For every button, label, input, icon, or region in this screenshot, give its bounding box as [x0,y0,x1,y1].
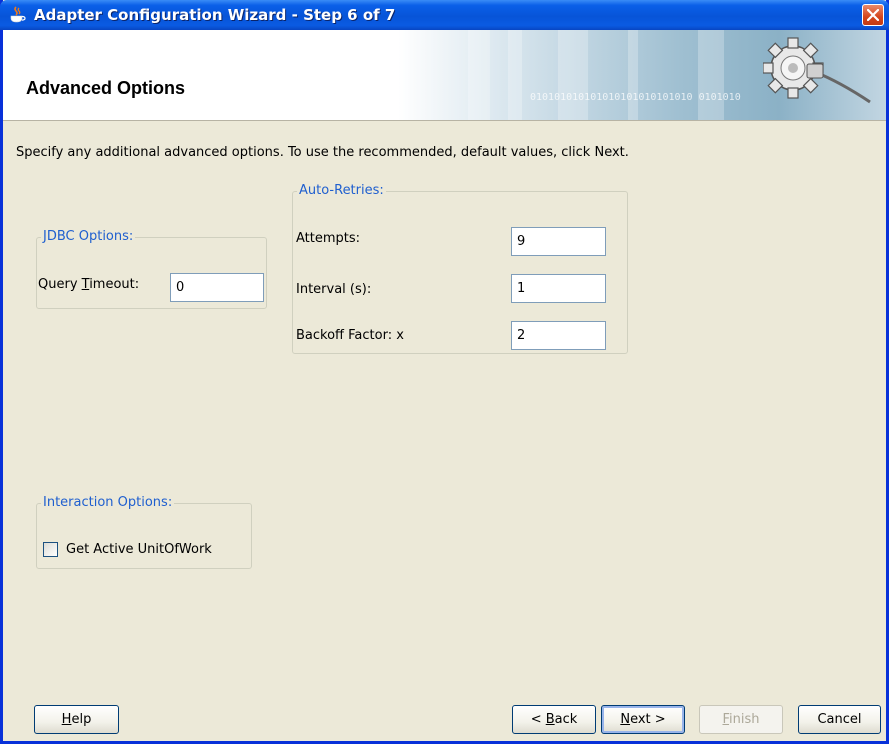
interval-input[interactable]: 1 [511,274,606,303]
back-button[interactable]: < Back [512,705,596,734]
gear-plug-icon [763,37,871,104]
interaction-options-legend: Interaction Options: [41,495,175,511]
finish-button[interactable]: Finish [699,705,783,734]
binary-decoration: 010101010101010101010101010 0101010 [530,92,741,103]
interaction-options-group: Interaction Options: [36,495,252,569]
page-title: Advanced Options [26,78,186,98]
window-title: Adapter Configuration Wizard - Step 6 of… [34,6,396,24]
get-active-unit-of-work-label[interactable]: Get Active UnitOfWork [66,542,212,558]
wizard-window: Adapter Configuration Wizard - Step 6 of… [0,0,889,744]
close-icon [867,9,879,21]
next-button[interactable]: Next > [601,705,685,734]
cancel-button[interactable]: Cancel [798,705,881,734]
wizard-header: 010101010101010101010101010 0101010 Adva… [3,30,886,121]
title-bar[interactable]: Adapter Configuration Wizard - Step 6 of… [0,0,889,30]
query-timeout-input[interactable]: 0 [170,273,264,302]
backoff-factor-input[interactable]: 2 [511,321,606,350]
java-cup-icon [10,6,26,23]
attempts-label: Attempts: [296,231,361,246]
interval-label: Interval (s): [296,282,372,297]
instructions-text: Specify any additional advanced options.… [16,145,629,160]
auto-retries-legend: Auto-Retries: [297,183,386,199]
attempts-input[interactable]: 9 [511,227,606,256]
get-active-unit-of-work-checkbox[interactable] [43,542,58,557]
jdbc-options-legend: JDBC Options: [41,229,136,245]
help-button[interactable]: Help [34,705,119,734]
close-button[interactable] [862,4,884,26]
query-timeout-label: Query Timeout: [38,277,140,292]
backoff-factor-label: Backoff Factor: x [296,328,404,343]
